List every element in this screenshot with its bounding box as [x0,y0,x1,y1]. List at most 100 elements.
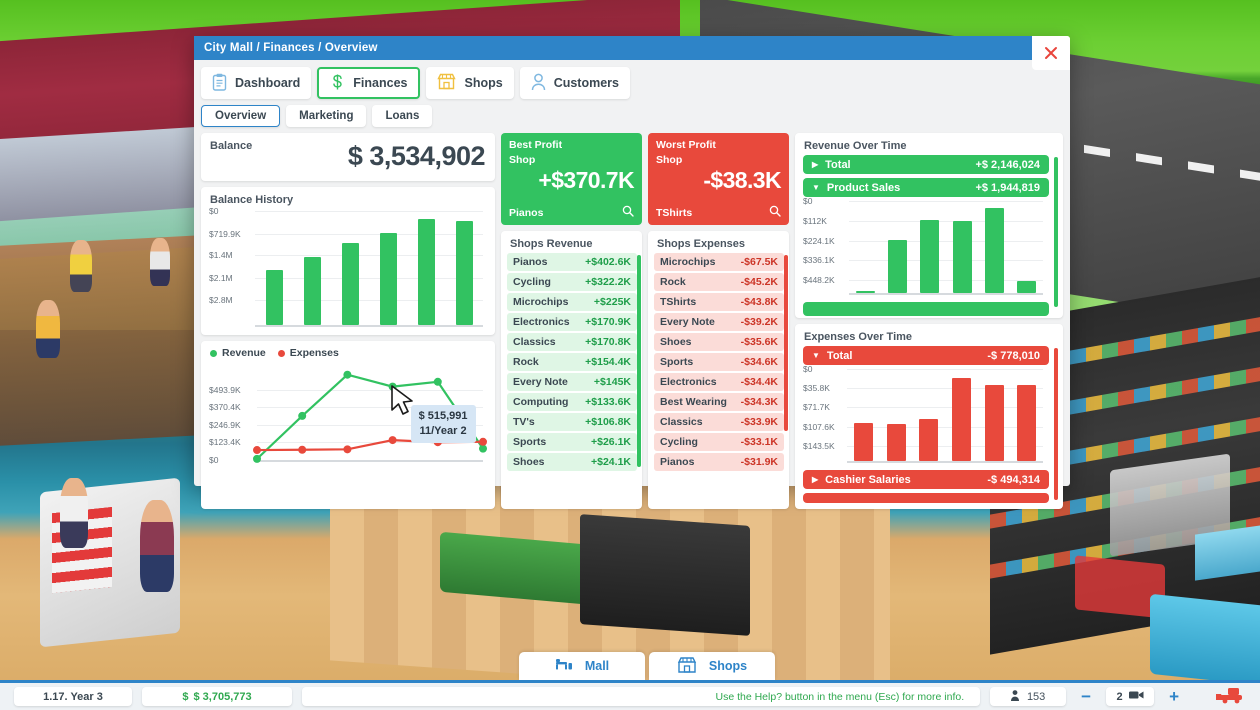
bulldozer-icon[interactable] [1216,686,1246,707]
revenue-row-total[interactable]: ▶ Total +$ 2,146,024 [803,155,1049,174]
chart-tooltip-period: 11/Year 2 [419,424,467,437]
bar[interactable] [379,233,397,325]
nav-item-shops[interactable]: Shops [426,67,514,99]
bar[interactable] [984,385,1004,461]
bar[interactable] [417,218,435,325]
gridline [847,445,1043,447]
speed-increase-button[interactable]: + [1164,687,1184,707]
list-item[interactable]: Microchips +$225K [507,293,637,311]
list-item[interactable]: Rock +$154.4K [507,353,637,371]
list-item[interactable]: Classics +$170.8K [507,333,637,351]
bar[interactable] [919,419,939,461]
list-item-name: Sports [660,355,694,368]
list-item-name: TShirts [660,295,697,308]
revenue-row-total-label: Total [825,158,851,171]
customer-avatar [150,238,170,286]
store-icon [437,73,457,93]
list-item[interactable]: Computing +$133.6K [507,393,637,411]
nav-item-dashboard[interactable]: Dashboard [201,67,312,99]
bar[interactable] [1017,280,1037,293]
visitor-count: 153 [990,687,1067,706]
list-item[interactable]: Electronics -$34.4K [654,373,784,391]
shops-expenses-scrollbar[interactable] [784,255,788,431]
gridline [255,255,483,257]
list-item[interactable]: Cycling +$322.2K [507,273,637,291]
bar[interactable] [888,239,907,293]
speed-decrease-button[interactable]: − [1076,687,1096,707]
list-item[interactable]: Shoes -$35.6K [654,333,784,351]
customer-avatar [60,478,88,548]
bar[interactable] [853,423,873,461]
list-item[interactable]: Electronics +$170.9K [507,313,637,331]
list-item[interactable]: Classics -$33.9K [654,413,784,431]
shops-expenses-list[interactable]: Microchips -$67.5K Rock -$45.2K TShirts -$43.… [648,253,789,509]
bar[interactable] [265,269,283,325]
revenue-over-time-scrollbar[interactable] [1054,157,1058,307]
bar[interactable] [1017,385,1037,461]
mode-button-mall-label: Mall [584,659,610,673]
expenses-over-time-plot: $0 $35.8K $71.7K $107.6K $143.5K [803,364,1047,465]
shops-revenue-list[interactable]: Pianos +$402.6K Cycling +$322.2K Microchips +… [501,253,642,509]
expenses-row-total-value: -$ 778,010 [987,349,1040,362]
expenses-over-time-scrollbar[interactable] [1054,348,1058,500]
list-item-value: -$39.2K [740,315,778,328]
nav-item-customers[interactable]: Customers [519,67,630,99]
bar[interactable] [985,208,1004,293]
best-profit-card[interactable]: Best Profit Shop +$370.7K Pianos [501,133,642,225]
close-icon[interactable] [1032,36,1070,70]
list-item[interactable]: Sports +$26.1K [507,433,637,451]
y-axis-tick-label: $2.1M [209,272,233,283]
mode-button-shops[interactable]: Shops [649,652,775,680]
bench-icon [555,657,573,676]
list-item[interactable]: TShirts -$43.8K [654,293,784,311]
revenue-row-total-value: +$ 2,146,024 [975,158,1040,171]
mode-button-mall[interactable]: Mall [519,652,645,680]
list-item[interactable]: Best Wearing -$34.3K [654,393,784,411]
worst-profit-card[interactable]: Worst Profit Shop -$38.3K TShirts [648,133,789,225]
nav-item-finances[interactable]: Finances [317,67,421,99]
revenue-row-product-sales[interactable]: ▼ Product Sales +$ 1,944,819 [803,178,1049,197]
search-icon[interactable] [769,205,781,220]
y-axis-tick-label: $35.8K [803,383,830,394]
list-item[interactable]: Pianos -$31.9K [654,453,784,471]
bar[interactable] [303,256,321,325]
expenses-row-next-partial[interactable] [803,493,1049,503]
list-item[interactable]: Pianos +$402.6K [507,253,637,271]
game-speed-display[interactable]: 2 [1106,687,1155,706]
list-item[interactable]: Every Note +$145K [507,373,637,391]
bar[interactable] [952,221,972,293]
revenue-row-next-partial[interactable] [803,302,1049,316]
expenses-row-cashier-salaries[interactable]: ▶ Cashier Salaries -$ 494,314 [803,470,1049,489]
tab-loans[interactable]: Loans [372,105,433,127]
chart-tooltip: $ 515,991 11/Year 2 [410,404,476,443]
customer-avatar [70,240,92,292]
expenses-row-total[interactable]: ▼ Total -$ 778,010 [803,346,1049,365]
tab-marketing[interactable]: Marketing [286,105,367,127]
bar[interactable] [341,242,359,325]
revenue-over-time-title: Revenue Over Time [804,140,907,152]
list-item[interactable]: Shoes +$24.1K [507,453,637,471]
legend-expenses-label: Expenses [289,347,339,359]
list-item-value: -$43.8K [740,295,778,308]
gridline [847,388,1043,390]
list-item-value: -$35.6K [740,335,778,348]
list-item-value: +$170.9K [585,315,631,328]
tab-overview[interactable]: Overview [201,105,281,127]
bar[interactable] [951,378,971,461]
shops-revenue-scrollbar[interactable] [637,255,641,467]
bar[interactable] [855,291,875,293]
bar[interactable] [455,221,473,325]
bar[interactable] [920,220,940,293]
list-item-value: +$145K [593,375,631,388]
bar[interactable] [886,423,906,461]
gridline [849,240,1043,242]
list-item[interactable]: Rock -$45.2K [654,273,784,291]
search-icon[interactable] [622,205,634,220]
list-item[interactable]: TV's +$106.8K [507,413,637,431]
list-item[interactable]: Microchips -$67.5K [654,253,784,271]
list-item[interactable]: Cycling -$33.1K [654,433,784,451]
legend-expenses: Expenses [277,347,339,359]
list-item[interactable]: Sports -$34.6K [654,353,784,371]
list-item[interactable]: Every Note -$39.2K [654,313,784,331]
middle-column: Best Profit Shop +$370.7K Pianos Shops R… [501,133,789,509]
